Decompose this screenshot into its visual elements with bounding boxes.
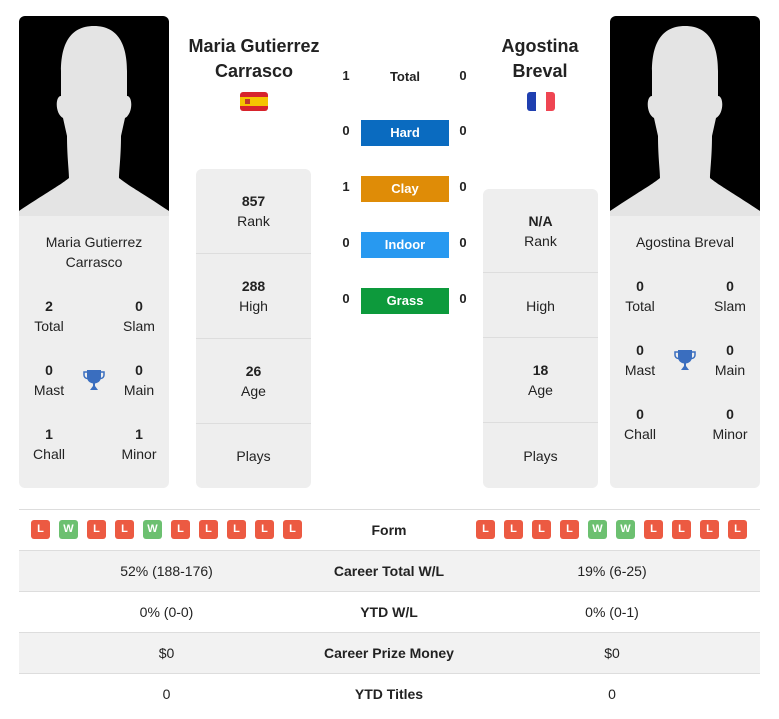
silhouette-icon [19,26,169,216]
player2-info-panel: N/A Rank High 18 Age Plays [483,189,598,488]
player2-stat-mast: 0 Mast [624,342,656,378]
player1-age: 26 Age [196,339,311,424]
player1-stat-slam: 0 Slam [123,298,155,334]
player2-card: Agostina Breval 0 Total 0 Slam 0 Mast 0 Main… [610,216,760,488]
form-badge-loss: L [504,520,523,539]
form-badge-loss: L [644,520,663,539]
form-badge-win: W [143,520,162,539]
surface-grass: Grass [361,288,449,314]
player2-value: 0 [608,686,616,702]
player2-value: 19% (6-25) [577,563,647,579]
player1-stat-chall: 1 Chall [33,426,65,462]
player1-card-name: Maria Gutierrez Carrasco [19,232,169,272]
form-badge-loss: L [115,520,134,539]
player1-high: 288 High [196,254,311,339]
player2-stat-main: 0 Main [714,342,746,378]
france-flag-icon [527,92,555,111]
row-label: YTD W/L [360,604,418,620]
player1-rank: 857 Rank [196,169,311,254]
row-label: YTD Titles [354,686,424,702]
h2h-indoor-p2: 0 [459,235,467,250]
h2h-indoor-p1: 0 [342,235,350,250]
player1-form: LWLLWLLLLL [19,510,314,550]
surface-indoor: Indoor [361,232,449,258]
h2h-total-p1: 1 [342,68,350,83]
player2-stat-total: 0 Total [625,278,655,314]
player2-stat-minor: 0 Minor [712,406,748,442]
form-row: LWLLWLLLLL Form LLLLWWLLLL [19,509,760,550]
player1-value: 0 [162,686,171,702]
spain-flag-icon [240,92,268,111]
form-badge-loss: L [476,520,495,539]
player2-rank: N/A Rank [483,189,598,273]
h2h-grass-p2: 0 [459,291,467,306]
h2h-hard-p2: 0 [459,123,467,138]
player2-age: 18 Age [483,338,598,423]
form-badge-loss: L [560,520,579,539]
table-row: 0% (0-0) YTD W/L 0% (0-1) [19,591,760,632]
player1-card: Maria Gutierrez Carrasco 2 Total 0 Slam 0M… [19,216,169,488]
player1-plays: Plays [236,448,271,464]
player1-value: 0% (0-0) [139,604,194,620]
player1-name-heading[interactable]: Maria Gutierrez Carrasco [176,34,332,84]
player1-card-name-line2: Carrasco [65,254,123,270]
row-label: Career Prize Money [324,645,454,661]
form-badge-loss: L [227,520,246,539]
form-badge-loss: L [87,520,106,539]
h2h-total-label: Total [389,69,421,84]
form-badge-loss: L [255,520,274,539]
player2-card-name: Agostina Breval [635,234,735,250]
player1-stat-main: 0 Main [123,362,155,398]
player2-value: $0 [604,645,620,661]
form-badge-loss: L [532,520,551,539]
form-badge-loss: L [283,520,302,539]
player2-plays: Plays [523,448,558,464]
silhouette-icon [610,26,760,216]
player1-stat-total: 2 Total [34,298,64,334]
player1-stat-mast: 0 Mast [33,362,65,398]
form-badge-loss: L [672,520,691,539]
form-badge-loss: L [199,520,218,539]
surface-clay: Clay [361,176,449,202]
h2h-clay-p2: 0 [459,179,467,194]
player1-value: $0 [158,645,175,661]
form-badge-loss: L [171,520,190,539]
player1-photo [19,16,169,216]
player1-name-line1[interactable]: Maria Gutierrez [188,36,319,56]
player2-photo [610,16,760,216]
player1-value: 52% (188-176) [120,563,213,579]
surface-hard: Hard [361,120,449,146]
h2h-clay-p1: 1 [342,179,350,194]
player1-name-line2[interactable]: Carrasco [215,61,293,81]
player2-name-line1[interactable]: Agostina [501,36,578,56]
form-badge-loss: L [31,520,50,539]
h2h-grass-p1: 0 [342,291,350,306]
form-badge-loss: L [700,520,719,539]
player2-form: LLLLWWLLLL [464,510,760,550]
player2-value: 0% (0-1) [585,604,639,620]
form-label: Form [371,522,407,538]
player1-stat-minor: 1 Minor [121,426,157,462]
form-badge-win: W [59,520,78,539]
row-label: Career Total W/L [333,563,445,579]
table-row: $0 Career Prize Money $0 [19,632,760,673]
player1-card-name-line1: Maria Gutierrez [45,234,143,250]
player2-name-heading[interactable]: Agostina Breval [475,34,605,84]
trophy-icon [83,370,105,390]
form-badge-win: W [616,520,635,539]
player2-stat-slam: 0 Slam [714,278,746,314]
player2-stat-chall: 0 Chall [624,406,656,442]
player2-name-line2[interactable]: Breval [512,61,567,81]
table-row: 0 YTD Titles 0 [19,673,760,714]
form-badge-loss: L [728,520,747,539]
trophy-icon [674,350,696,370]
form-badge-win: W [588,520,607,539]
table-row: 52% (188-176) Career Total W/L 19% (6-25… [19,550,760,591]
h2h-hard-p1: 0 [342,123,350,138]
player2-high: High [483,273,598,338]
player1-info-panel: 857 Rank 288 High 26 Age Plays [196,169,311,488]
h2h-total-p2: 0 [459,68,467,83]
